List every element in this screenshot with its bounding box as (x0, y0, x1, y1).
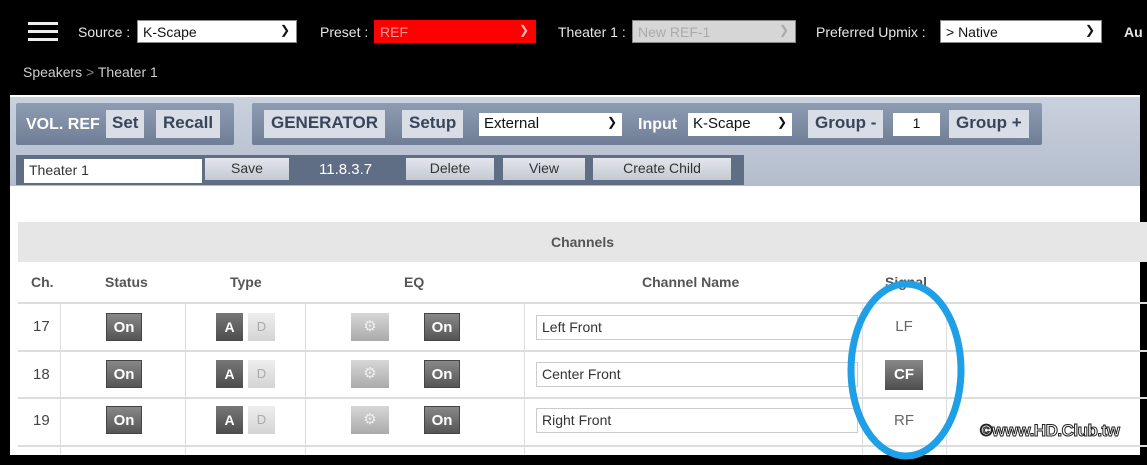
chevron-down-icon: ❯ (279, 23, 290, 37)
delete-button[interactable]: Delete (406, 158, 494, 180)
col-channel-name: Channel Name (642, 274, 740, 290)
channel-number: 19 (33, 412, 50, 429)
generator-button[interactable]: GENERATOR (264, 110, 386, 138)
channel-number: 17 (33, 318, 50, 335)
theater-value: New REF-1 (638, 24, 711, 40)
divider (305, 303, 306, 455)
upmix-label: Preferred Upmix : (816, 24, 926, 40)
chevron-down-icon: ❯ (1084, 23, 1095, 37)
generator-mode-value: External (484, 115, 540, 132)
save-button[interactable]: Save (205, 158, 289, 180)
upmix-value: > Native (946, 24, 998, 40)
view-button[interactable]: View (503, 158, 585, 180)
chevron-down-icon: ❯ (778, 23, 789, 37)
chevron-down-icon: ❯ (606, 115, 617, 129)
breadcrumb-speakers[interactable]: Speakers (23, 64, 82, 80)
hamburger-menu-icon[interactable] (28, 22, 58, 42)
watermark: ©www.HD.Club.tw (979, 421, 1120, 441)
top-bar (0, 0, 1147, 95)
type-analog-button[interactable]: A (216, 406, 243, 434)
eq-toggle[interactable]: On (424, 313, 460, 341)
eq-toggle[interactable]: On (424, 360, 460, 388)
col-status: Status (105, 274, 148, 290)
status-toggle[interactable]: On (106, 406, 142, 434)
col-type: Type (230, 274, 262, 290)
col-ch: Ch. (31, 274, 54, 290)
channel-name-input[interactable]: Center Front (536, 362, 858, 387)
type-digital-button[interactable]: D (248, 360, 275, 388)
channel-number: 18 (33, 366, 50, 383)
breadcrumb-separator: > (86, 64, 95, 80)
col-eq: EQ (404, 274, 425, 290)
chevron-down-icon: ❯ (776, 115, 787, 129)
status-toggle[interactable]: On (106, 313, 142, 341)
breadcrumb-current: Theater 1 (97, 64, 158, 80)
divider (18, 445, 1147, 447)
eq-settings-gear-icon[interactable]: ⚙ (351, 313, 389, 341)
upmix-select[interactable]: > Native ❯ (940, 20, 1102, 43)
theater-label: Theater 1 : (558, 24, 626, 40)
channel-name-input[interactable]: Left Front (536, 315, 858, 340)
chevron-down-icon: ❯ (518, 23, 529, 37)
input-label: Input (638, 116, 678, 133)
breadcrumb: Speakers > Theater 1 (23, 64, 158, 80)
type-digital-button[interactable]: D (248, 406, 275, 434)
divider (18, 302, 1147, 304)
generator-mode-select[interactable]: External ❯ (479, 113, 622, 136)
divider (185, 303, 186, 455)
type-digital-button[interactable]: D (248, 313, 275, 341)
cut-off-label: Au (1124, 24, 1143, 40)
divider (18, 350, 1147, 352)
input-select[interactable]: K-Scape ❯ (688, 113, 792, 136)
highlight-ellipse (847, 280, 965, 460)
group-number-input[interactable]: 1 (893, 113, 940, 136)
status-toggle[interactable]: On (106, 360, 142, 388)
volref-set-button[interactable]: Set (106, 110, 145, 138)
preset-value: REF (380, 24, 408, 40)
group-plus-button[interactable]: Group + (949, 110, 1029, 138)
type-analog-button[interactable]: A (216, 313, 243, 341)
preset-select[interactable]: REF ❯ (374, 20, 536, 43)
divider (524, 303, 525, 455)
source-label: Source : (78, 24, 131, 40)
eq-settings-gear-icon[interactable]: ⚙ (351, 406, 389, 434)
volref-recall-button[interactable]: Recall (156, 110, 221, 138)
version-label: 11.8.3.7 (319, 161, 373, 178)
setup-button[interactable]: Setup (402, 110, 464, 138)
source-select[interactable]: K-Scape ❯ (137, 20, 297, 43)
preset-label: Preset : (320, 24, 369, 40)
theater-select[interactable]: New REF-1 ❯ (632, 20, 796, 43)
channels-title: Channels (18, 222, 1147, 262)
config-name-input[interactable]: Theater 1 (24, 159, 202, 183)
divider (60, 303, 61, 455)
group-minus-button[interactable]: Group - (808, 110, 884, 138)
input-value: K-Scape (693, 115, 751, 132)
volref-label: VOL. REF (26, 116, 100, 133)
channel-name-input[interactable]: Right Front (536, 408, 858, 433)
source-value: K-Scape (143, 24, 197, 40)
type-analog-button[interactable]: A (216, 360, 243, 388)
eq-toggle[interactable]: On (424, 406, 460, 434)
eq-settings-gear-icon[interactable]: ⚙ (351, 360, 389, 388)
create-child-button[interactable]: Create Child (593, 158, 731, 180)
divider (18, 397, 1147, 399)
